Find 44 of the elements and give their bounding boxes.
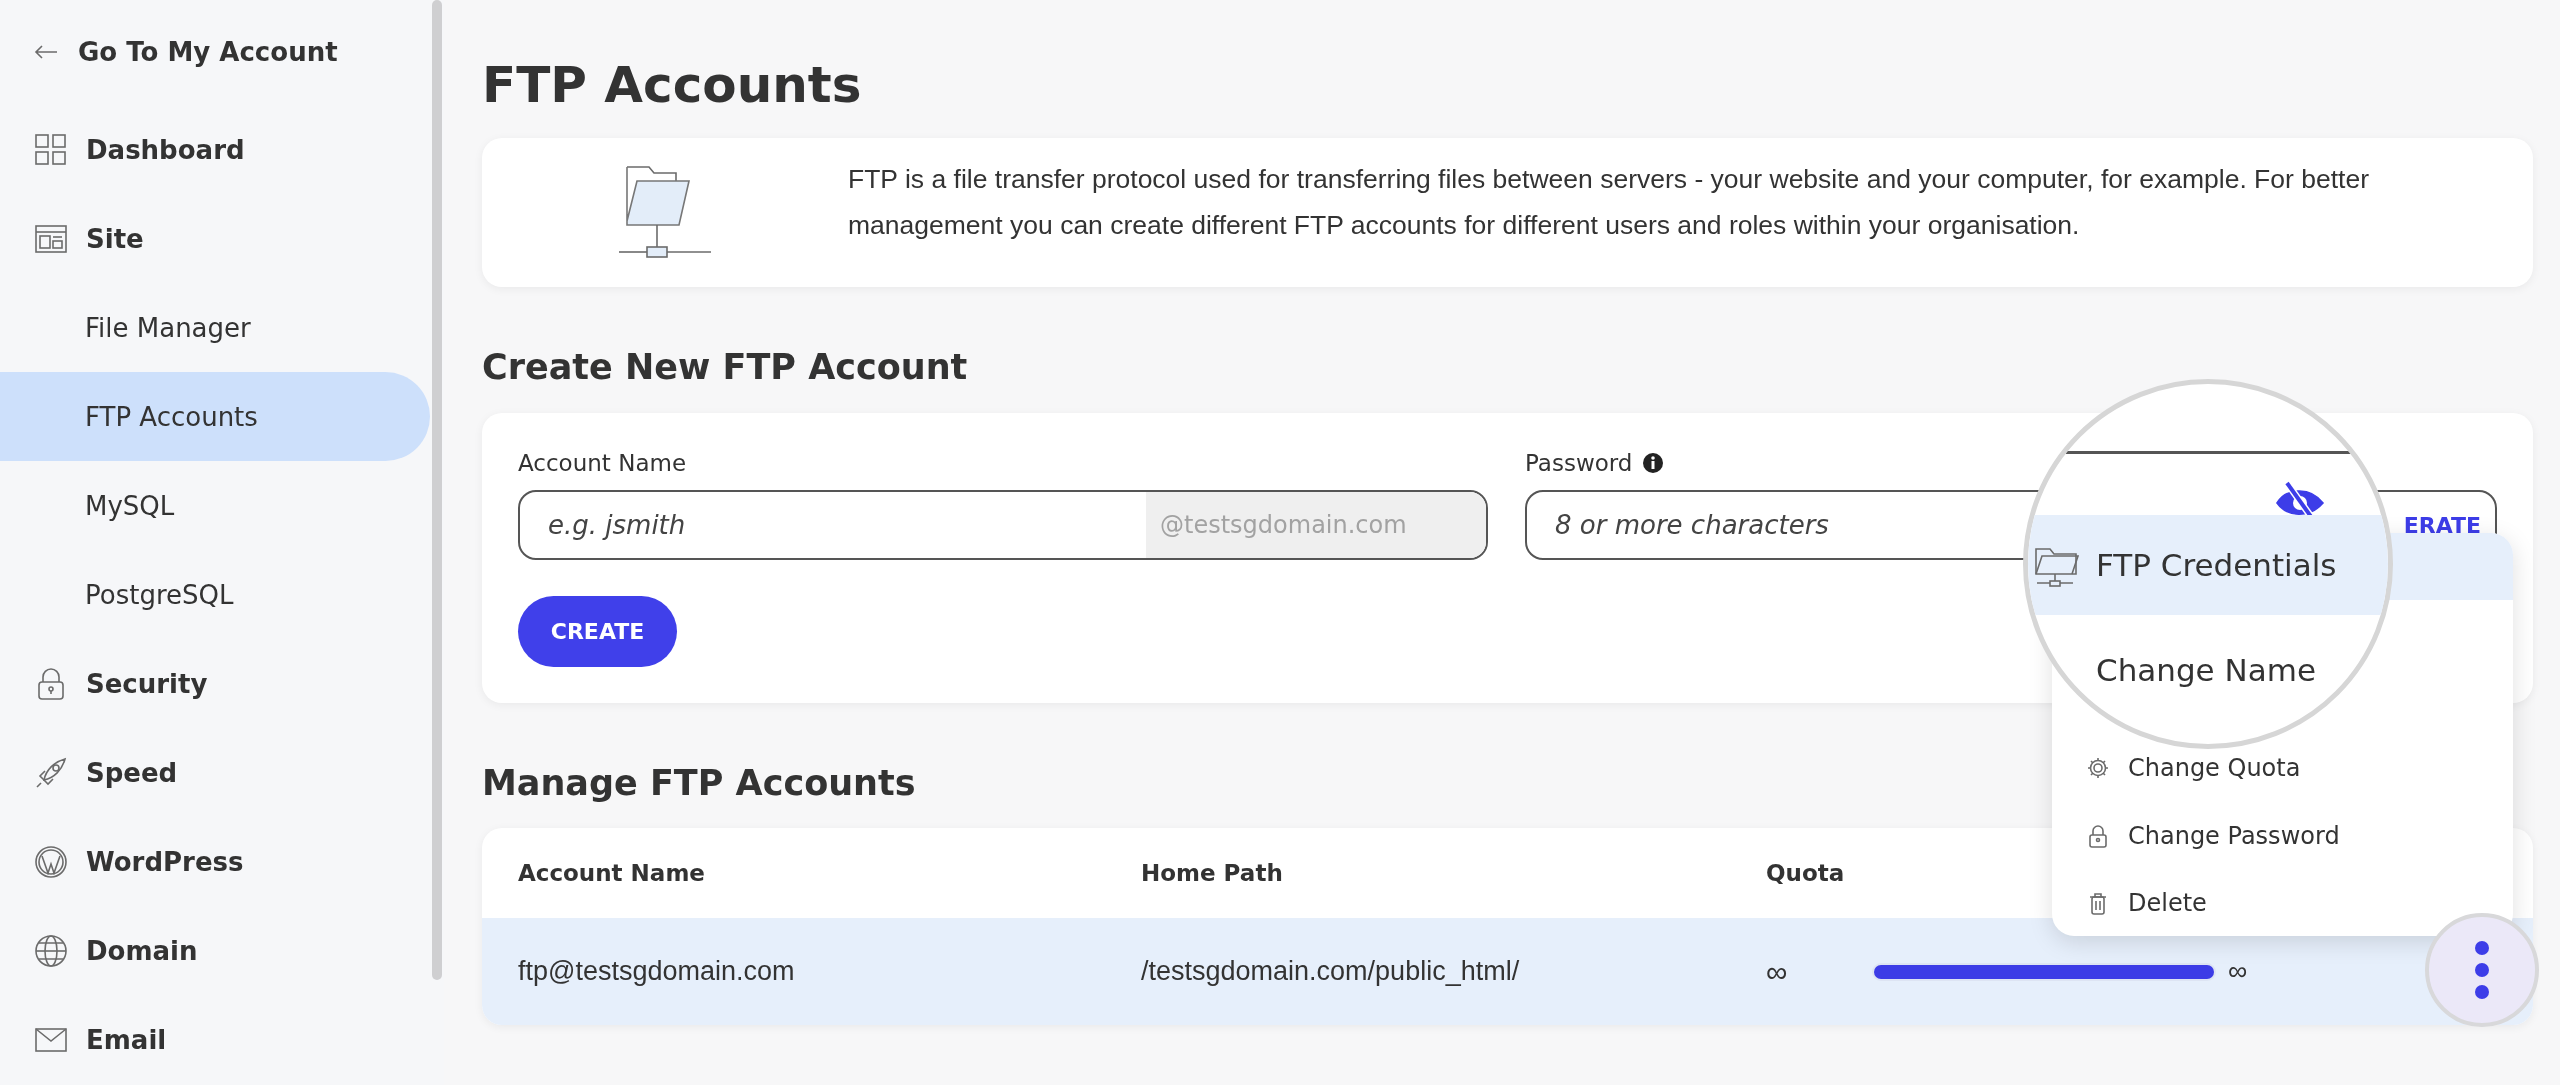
- sidebar-item[interactable]: Security: [0, 639, 430, 728]
- description-text: FTP is a file transfer protocol used for transferring files between servers - your website and your computer, for example. For better management you can create different FTP accounts for different users and roles within your organisation.: [848, 162, 2370, 242]
- menu-item[interactable]: Change Name: [2028, 620, 2388, 720]
- globe-icon: [34, 933, 68, 968]
- quota-used: ∞: [1766, 954, 1789, 989]
- scrollbar[interactable]: [432, 0, 442, 980]
- wordpress-logo-icon: [34, 844, 68, 879]
- section-heading: Manage FTP Accounts: [482, 762, 916, 805]
- sidebar-item[interactable]: Site: [0, 194, 430, 283]
- sidebar-item[interactable]: Speed: [0, 728, 430, 817]
- back-link[interactable]: Go To My Account: [0, 22, 430, 82]
- column-header: Quota: [1766, 860, 1846, 886]
- table-row[interactable]: ftp@testsgdomain.com /testsgdomain.com/public_html/ ∞ ∞: [482, 918, 2533, 1025]
- field-label: Password: [1525, 449, 1633, 478]
- menu-item[interactable]: Change Quota: [2052, 750, 2513, 786]
- page-title: FTP Accounts: [482, 55, 863, 115]
- table-cell-text: ftp@testsgdomain.com: [518, 956, 796, 987]
- create-button[interactable]: CREATE: [518, 596, 677, 667]
- padlock-icon: [2086, 822, 2110, 849]
- gear-icon: [2086, 755, 2110, 781]
- sidebar-item[interactable]: WordPress: [0, 817, 430, 906]
- kebab-icon: [2474, 940, 2490, 1000]
- domain-suffix: @testsgdomain.com: [1146, 492, 1486, 558]
- menu-item[interactable]: Delete: [2052, 885, 2513, 921]
- sidebar-item[interactable]: Domain: [0, 906, 430, 995]
- sidebar-subitem[interactable]: MySQL: [0, 461, 430, 550]
- table-cell-text: /testsgdomain.com/public_html/: [1141, 956, 1521, 987]
- field-label: Account Name: [518, 449, 688, 478]
- column-header: Home Path: [1141, 860, 1284, 886]
- account-name-input[interactable]: e.g. jsmith: [520, 492, 1146, 558]
- sidebar-subitem[interactable]: PostgreSQL: [0, 550, 430, 639]
- arrow-left-icon: [34, 44, 58, 60]
- grid-icon: [34, 132, 68, 167]
- rocket-icon: [34, 755, 68, 790]
- sidebar-item[interactable]: Dashboard: [0, 105, 430, 194]
- sidebar-subitem[interactable]: File Manager: [0, 283, 430, 372]
- sidebar-subitem[interactable]: FTP Accounts: [0, 372, 430, 461]
- sidebar-item[interactable]: Email: [0, 995, 430, 1084]
- menu-item[interactable]: FTP Credentials: [2028, 515, 2388, 615]
- info-icon: [1642, 452, 1665, 474]
- quota-limit: ∞: [2228, 956, 2248, 987]
- section-heading: Create New FTP Account: [482, 346, 968, 389]
- menu-item[interactable]: Change Password: [2052, 817, 2513, 854]
- column-header: Account Name: [518, 860, 706, 886]
